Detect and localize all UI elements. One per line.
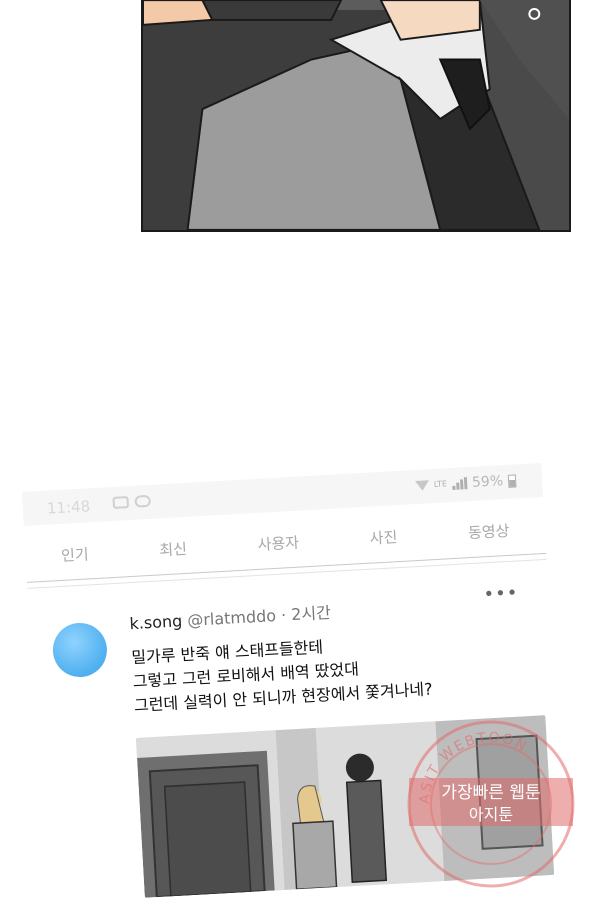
tweet-photo-illustration (135, 715, 555, 898)
comic-illustration-suited-man (143, 0, 569, 230)
gallery-icon (112, 496, 130, 509)
tweet-image[interactable] (135, 715, 555, 898)
message-icon (134, 494, 152, 508)
tab-popular[interactable]: 인기 (52, 536, 97, 571)
status-time: 11:48 (46, 497, 91, 518)
phone-screenshot: 11:48 LTE 59% 인기 최신 사용자 사진 동영상 k.song @r… (22, 462, 566, 921)
display-name[interactable]: k.song (129, 611, 183, 633)
network-type: LTE (433, 479, 448, 489)
separator: · (280, 605, 287, 625)
battery-percent: 59% (471, 473, 504, 491)
user-handle[interactable]: @rlatmddo (187, 606, 277, 630)
battery-icon (507, 473, 517, 488)
notification-icons (112, 494, 152, 509)
status-indicators: LTE 59% (414, 472, 517, 494)
comic-panel-top (141, 0, 571, 232)
tweet-text: 밀가루 반죽 얘 스태프들한테 그렇고 그런 로비해서 배역 땄었대 그런데 실… (131, 629, 433, 718)
tab-videos[interactable]: 동영상 (459, 513, 518, 549)
more-options-icon[interactable]: ••• (483, 582, 519, 605)
signal-icon (452, 477, 468, 490)
tweet-header: k.song @rlatmddo · 2시간 (129, 599, 332, 634)
tweet-time: 2시간 (290, 602, 332, 625)
tab-photos[interactable]: 사진 (361, 519, 406, 554)
avatar[interactable] (51, 621, 109, 679)
tab-users[interactable]: 사용자 (249, 525, 308, 561)
tab-latest[interactable]: 최신 (150, 531, 195, 566)
wifi-icon (414, 480, 430, 492)
